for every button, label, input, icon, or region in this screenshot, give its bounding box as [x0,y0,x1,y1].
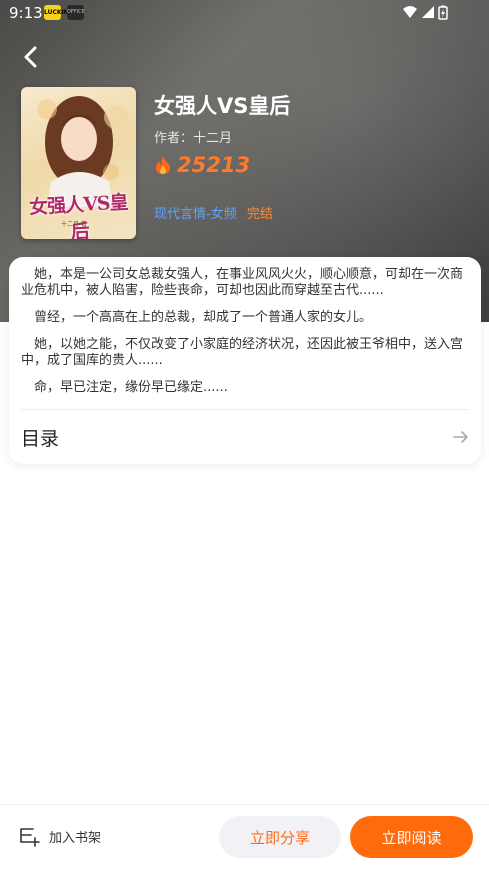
back-arrow-icon [24,46,37,68]
synopsis-paragraph: 命，早已注定，缘份早已缘定...... [34,380,228,395]
add-to-shelf-label: 加入书架 [49,830,102,846]
book-title: 女强人VS皇后 [154,94,291,118]
cover-author: 十二月 著 [61,221,87,228]
luckin-app-icon: LUCKIN [44,5,69,20]
synopsis-paragraph: 曾经，一个高高在上的总裁，却成了一个普通人家的女儿。 [34,310,373,325]
battery-icon [438,5,448,20]
wifi-icon [403,6,417,18]
office-app-icon: OFFICE [67,5,85,20]
bottom-action-bar: 加入书架 立即分享 立即阅读 [0,804,489,870]
share-button[interactable]: 立即分享 [219,816,341,858]
category-tag[interactable]: 现代言情-女频 [154,207,237,222]
status-icons [401,5,456,25]
heat-score: 25213 [154,153,250,177]
book-author: 作者：十二月 [154,131,233,146]
synopsis-text: 她，本是一公司女总裁女强人，在事业风风火火，顺心顺意，可却在一次商业危机中，被人… [21,267,471,407]
book-tags: 现代言情-女频 完结 [154,203,273,222]
synopsis-card: 她，本是一公司女总裁女强人，在事业风风火火，顺心顺意，可却在一次商业危机中，被人… [9,257,481,464]
heat-value: 25213 [177,153,251,177]
toc-label: 目录 [21,427,60,450]
arrow-right-icon [453,431,468,443]
back-button[interactable] [18,44,44,70]
synopsis-paragraph: 她，本是一公司女总裁女强人，在事业风风火火，顺心顺意，可却在一次商业危机中，被人… [21,267,464,298]
signal-icon [422,6,434,18]
status-tag: 完结 [246,207,273,222]
toc-row[interactable]: 目录 [21,410,469,464]
book-cover[interactable]: 女强人VS皇后 十二月 著 [21,87,136,239]
bookshelf-add-icon [20,828,40,847]
flame-icon [156,156,170,174]
synopsis-paragraph: 她，以她之能，不仅改变了小家庭的经济状况，还因此被王爷相中，送入宫中，成了国库的… [21,337,464,368]
read-now-button[interactable]: 立即阅读 [350,816,473,858]
add-to-shelf-button[interactable]: 加入书架 [18,825,101,847]
cover-title: 女强人VS皇后 [28,191,129,239]
status-time: 9:13 [9,4,43,22]
status-bar: 9:13 LUCKIN OFFICE [0,0,489,26]
